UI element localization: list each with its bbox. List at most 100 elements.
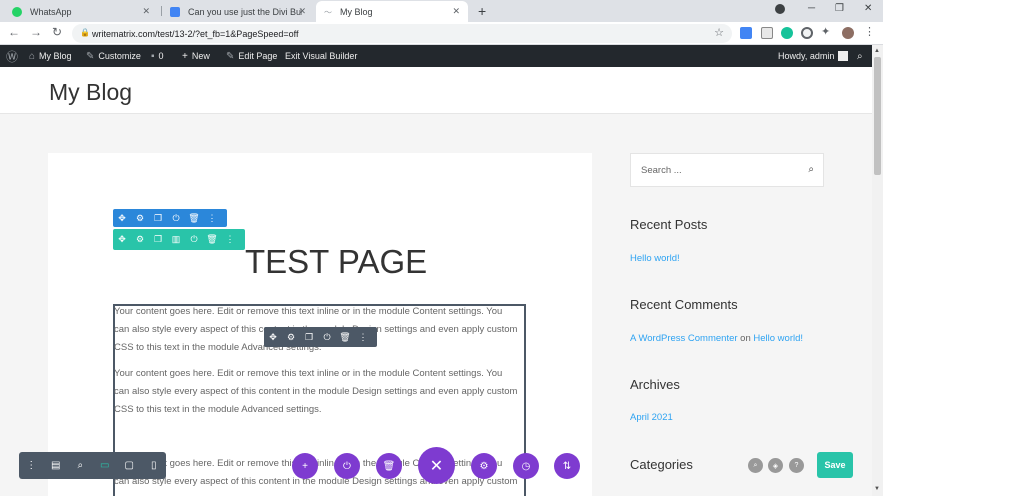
- grammarly-icon[interactable]: [781, 27, 793, 39]
- paragraph-line: can also style every aspect of this cont…: [114, 386, 518, 397]
- maximize-icon[interactable]: ❐: [835, 3, 844, 14]
- history-button[interactable]: ◷: [513, 453, 539, 479]
- scrollbar-thumb[interactable]: [874, 57, 881, 175]
- admin-howdy[interactable]: Howdy, admin: [778, 45, 849, 67]
- more-icon[interactable]: ⋮: [221, 234, 239, 245]
- circle-extension-icon[interactable]: [801, 27, 813, 39]
- builder-search-button[interactable]: ⌕: [748, 458, 763, 473]
- close-window-icon[interactable]: ✕: [864, 3, 872, 14]
- reload-icon[interactable]: ↻: [52, 25, 62, 39]
- close-tab-icon[interactable]: ✕: [452, 6, 460, 17]
- pencil-icon: ✎: [226, 50, 235, 62]
- gear-icon[interactable]: ⚙: [131, 213, 149, 224]
- page-title[interactable]: TEST PAGE: [245, 243, 427, 281]
- admin-search-icon[interactable]: ⌕: [857, 45, 867, 67]
- paragraph-2[interactable]: Your content goes here. Edit or remove t…: [114, 365, 526, 419]
- portability-button[interactable]: ⇅: [554, 453, 580, 479]
- clear-layout-button[interactable]: 🗑: [376, 453, 402, 479]
- archive-link[interactable]: April 2021: [630, 412, 673, 423]
- power-icon[interactable]: ⏻: [185, 234, 203, 245]
- search-icon[interactable]: ⌕: [808, 164, 814, 175]
- profile-dot-icon[interactable]: [775, 4, 785, 14]
- more-icon[interactable]: ⋮: [203, 213, 221, 224]
- close-tab-icon[interactable]: ✕: [142, 6, 150, 17]
- close-icon: ✕: [429, 457, 444, 475]
- categories-title: Categories: [630, 457, 693, 472]
- admin-new-label: New: [191, 51, 210, 61]
- avatar[interactable]: [842, 27, 854, 39]
- admin-my-blog[interactable]: ⌂ My Blog: [29, 45, 72, 67]
- save-button[interactable]: Save: [817, 452, 853, 478]
- phone-view-icon[interactable]: ▯: [142, 460, 167, 471]
- scroll-down-icon[interactable]: ▼: [874, 486, 880, 492]
- back-icon[interactable]: ←: [8, 25, 20, 39]
- document-icon: [170, 6, 180, 17]
- forward-icon[interactable]: →: [30, 25, 42, 39]
- move-icon[interactable]: ✥: [264, 332, 282, 343]
- help-button[interactable]: ?: [789, 458, 804, 473]
- search-placeholder: Search ...: [641, 164, 682, 176]
- power-icon[interactable]: ⏻: [167, 213, 185, 224]
- address-bar[interactable]: 🔒 writematrix.com/test/13-2/?et_fb=1&Pag…: [72, 24, 732, 43]
- power-icon[interactable]: ⏻: [318, 332, 336, 343]
- layers-button[interactable]: ◈: [768, 458, 783, 473]
- admin-howdy-label: Howdy, admin: [778, 51, 835, 61]
- gear-icon[interactable]: ⚙: [282, 332, 300, 343]
- gear-icon[interactable]: ⚙: [131, 234, 149, 245]
- close-builder-button[interactable]: ✕: [418, 447, 455, 484]
- minimize-icon[interactable]: ─: [808, 3, 815, 14]
- comment-post-link[interactable]: Hello world!: [753, 333, 803, 344]
- duplicate-icon[interactable]: ❐: [300, 332, 318, 343]
- comment-author-link[interactable]: A WordPress Commenter: [630, 333, 738, 344]
- recent-post-link[interactable]: Hello world!: [630, 253, 680, 264]
- trash-icon[interactable]: 🗑: [203, 234, 221, 245]
- duplicate-icon[interactable]: ❐: [149, 213, 167, 224]
- site-favicon-icon: 〜: [324, 7, 332, 17]
- builder-menu-icon[interactable]: ⋮: [19, 460, 44, 471]
- paragraph-line: Your content goes here. Edit or remove t…: [114, 368, 503, 379]
- close-tab-icon[interactable]: ✕: [298, 6, 306, 17]
- puzzle-icon[interactable]: ✦: [821, 25, 833, 38]
- browser-menu-icon[interactable]: ⋮: [864, 25, 876, 38]
- admin-edit-page[interactable]: ✎ Edit Page: [226, 45, 277, 67]
- admin-comments[interactable]: ▪ 0: [151, 45, 164, 67]
- zoom-icon[interactable]: ⌕: [68, 460, 93, 471]
- page-settings-button[interactable]: ⚙: [471, 453, 497, 479]
- paragraph-3[interactable]: Your content goes here. Edit or remove t…: [114, 455, 526, 491]
- trash-icon[interactable]: 🗑: [185, 213, 203, 224]
- admin-exit-builder[interactable]: Exit Visual Builder: [285, 45, 357, 67]
- tablet-view-icon[interactable]: ▢: [117, 460, 142, 471]
- plus-icon: +: [302, 460, 308, 472]
- tab-title: WhatsApp: [30, 6, 72, 17]
- wp-logo-icon[interactable]: Ⓦ: [6, 45, 22, 67]
- move-icon[interactable]: ✥: [113, 213, 131, 224]
- disable-button[interactable]: ⏻: [334, 453, 360, 479]
- admin-customize[interactable]: ✎ Customize: [86, 45, 141, 67]
- recent-comments-title: Recent Comments: [630, 297, 738, 312]
- new-tab-button[interactable]: +: [478, 3, 486, 19]
- duplicate-icon[interactable]: ❐: [149, 234, 167, 245]
- extension-icon[interactable]: [740, 27, 752, 39]
- tab-whatsapp[interactable]: WhatsApp ✕: [4, 1, 158, 22]
- search-input[interactable]: Search ... ⌕: [630, 153, 824, 187]
- more-icon[interactable]: ⋮: [354, 332, 372, 343]
- columns-icon[interactable]: ▥: [167, 234, 185, 245]
- admin-new[interactable]: + New: [182, 45, 210, 67]
- site-title[interactable]: My Blog: [49, 79, 132, 106]
- section-settings-bar: ✥ ⚙ ❐ ⏻ 🗑 ⋮: [113, 209, 227, 227]
- move-icon[interactable]: ✥: [113, 234, 131, 245]
- tab-my-blog[interactable]: 〜 My Blog ✕: [316, 1, 468, 22]
- wireframe-icon[interactable]: ▤: [44, 460, 69, 471]
- desktop-view-icon[interactable]: ▭: [93, 460, 118, 471]
- bookmark-star-icon[interactable]: ☆: [714, 26, 724, 39]
- tab-divi-article[interactable]: Can you use just the Divi Builder ✕: [162, 1, 314, 22]
- up-down-arrows-icon: ⇅: [562, 460, 572, 472]
- recent-posts-title: Recent Posts: [630, 217, 708, 232]
- add-module-button[interactable]: +: [292, 453, 318, 479]
- scroll-up-icon[interactable]: ▲: [874, 48, 880, 54]
- lock-icon: 🔒: [80, 28, 90, 37]
- url-text: writematrix.com/test/13-2/?et_fb=1&PageS…: [92, 28, 299, 39]
- trash-icon: 🗑: [382, 460, 396, 472]
- trash-icon[interactable]: 🗑: [336, 332, 354, 343]
- shield-icon[interactable]: [761, 27, 773, 39]
